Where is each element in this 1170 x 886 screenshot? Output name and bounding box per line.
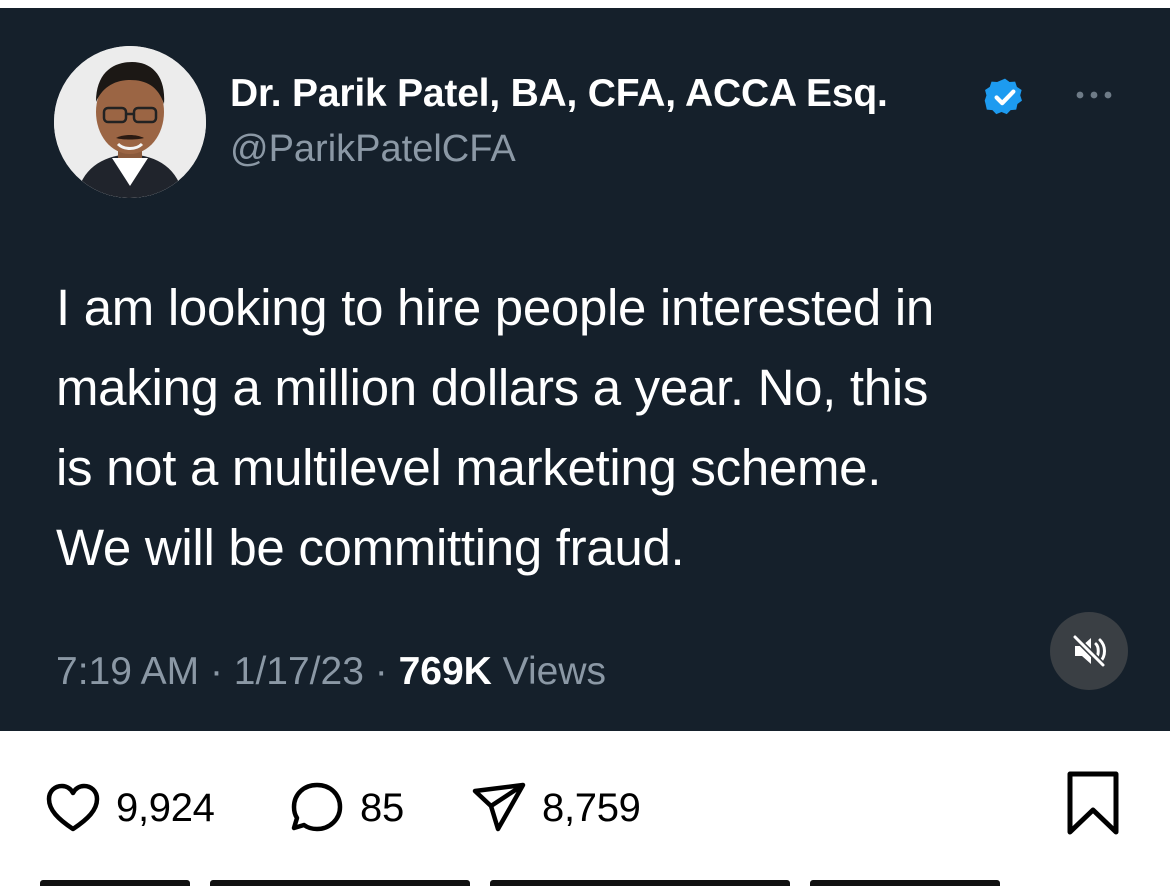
like-count: 9,924 [116, 785, 215, 830]
tweet-line: I am looking to hire people interested i… [56, 279, 934, 336]
caption-cutoff [40, 876, 1140, 886]
bookmark-icon[interactable] [1062, 770, 1124, 836]
meta-separator: · [374, 650, 388, 693]
comment-button[interactable]: 85 [288, 778, 404, 838]
post-action-bar: 9,924 85 8,759 [0, 740, 1170, 870]
tweet-line: is not a multilevel marketing scheme. [56, 439, 882, 496]
muted-speaker-icon [1072, 634, 1106, 668]
more-options-icon [1076, 91, 1112, 99]
verified-badge-icon [984, 78, 1022, 115]
author-name: Dr. Parik Patel, BA, CFA, ACCA Esq. [230, 72, 888, 115]
paper-plane-icon [472, 782, 526, 832]
heart-icon [46, 783, 100, 832]
tweet-body: I am looking to hire people interested i… [56, 268, 1146, 588]
tweet-screenshot: Dr. Parik Patel, BA, CFA, ACCA Esq. @Par… [0, 0, 1170, 731]
tweet-time: 7:19 AM [56, 650, 200, 693]
avatar [54, 46, 206, 198]
share-button[interactable]: 8,759 [470, 778, 641, 838]
mute-toggle-button[interactable] [1050, 612, 1128, 690]
views-count: 769K [398, 650, 492, 693]
views-label: Views [502, 650, 606, 693]
comment-count: 85 [360, 785, 404, 830]
tweet-meta: 7:19 AM · 1/17/23 · 769K Views [56, 650, 606, 694]
like-button[interactable]: 9,924 [44, 778, 215, 838]
tweet-line: We will be committing fraud. [56, 519, 685, 576]
top-border [0, 0, 1170, 8]
tweet-date: 1/17/23 [233, 650, 364, 693]
share-count: 8,759 [542, 785, 641, 830]
tweet-line: making a million dollars a year. No, thi… [56, 359, 929, 416]
comment-bubble-icon [291, 782, 343, 832]
meta-separator: · [209, 650, 223, 693]
author-handle: @ParikPatelCFA [230, 128, 516, 170]
